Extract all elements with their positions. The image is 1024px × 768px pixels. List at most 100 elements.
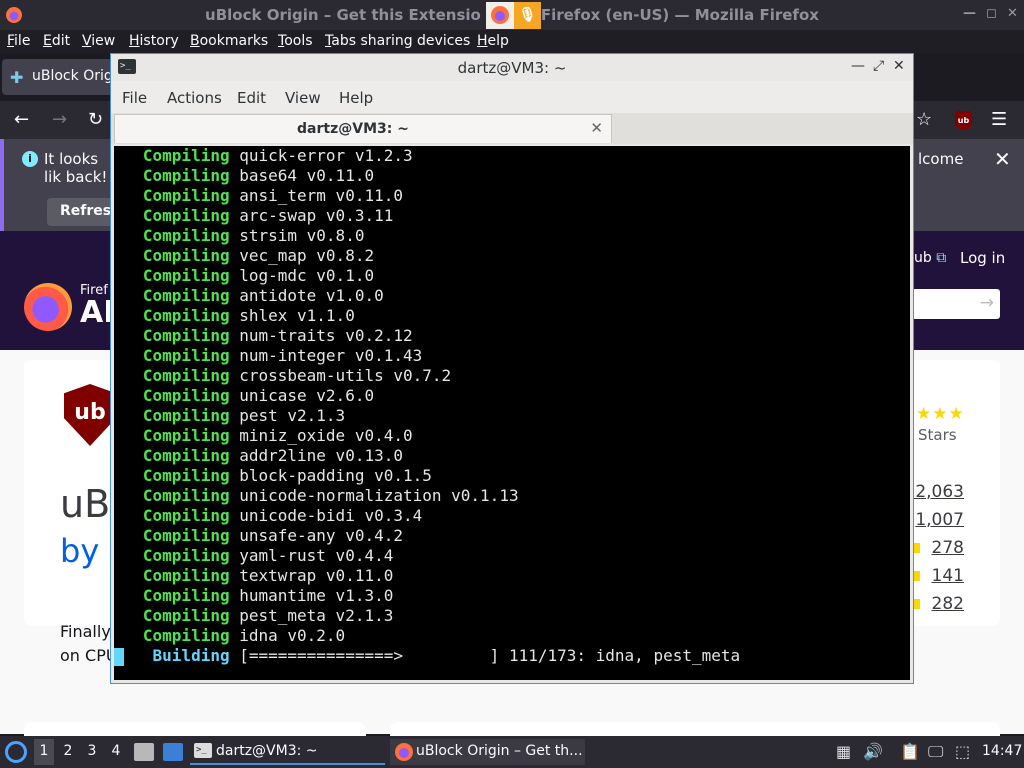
crate-name: yaml-rust v0.4.4 (229, 546, 394, 565)
terminal-window: >_ dartz@VM3: ~ — ⤢ ✕ File Actions Edit … (110, 53, 914, 684)
task-terminal-label: dartz@VM3: ~ (216, 743, 318, 759)
workspace-3[interactable]: 3 (82, 743, 102, 759)
terminal-task-icon: >_ (194, 743, 212, 758)
terminal-minimize-icon[interactable]: — (851, 58, 865, 74)
menu-bookmarks[interactable]: Bookmarks (190, 33, 268, 49)
show-desktop-icon[interactable] (163, 743, 183, 761)
terminal-line: Compiling vec_map v0.8.2 (114, 246, 374, 266)
terminal-line: Compiling unicode-normalization v0.1.13 (114, 486, 519, 506)
minimize-icon[interactable]: — (963, 6, 976, 21)
compile-keyword: Compiling (114, 426, 230, 445)
menu-view[interactable]: View (82, 33, 115, 49)
menu-edit[interactable]: Edit (43, 33, 70, 49)
terminal-line: Compiling pest v2.1.3 (114, 406, 345, 426)
search-input[interactable]: → (912, 289, 1000, 319)
terminal-menu-actions[interactable]: Actions (167, 89, 222, 107)
volume-icon[interactable]: 🔊 (863, 742, 883, 761)
compile-keyword: Compiling (114, 386, 230, 405)
forward-arrow-icon[interactable]: → (52, 109, 67, 130)
compile-keyword: Compiling (114, 526, 230, 545)
clipboard-icon[interactable]: 📋 (900, 742, 920, 761)
menu-history[interactable]: History (129, 33, 179, 49)
workspace-4[interactable]: 4 (106, 743, 126, 759)
compile-keyword: Compiling (114, 566, 230, 585)
task-terminal[interactable]: >_ dartz@VM3: ~ (190, 739, 385, 765)
compile-keyword: Compiling (114, 206, 230, 225)
crate-name: arc-swap v0.3.11 (229, 206, 394, 225)
terminal-maximize-icon[interactable]: ⤢ (873, 58, 884, 74)
ublock-toolbar-icon[interactable]: ub (955, 111, 972, 130)
close-icon[interactable]: ✕ (1007, 6, 1018, 21)
terminal-menu-edit[interactable]: Edit (237, 89, 266, 107)
crate-name: pest v2.1.3 (229, 406, 346, 425)
crate-name: base64 v0.11.0 (229, 166, 375, 185)
compile-keyword: Compiling (114, 506, 230, 525)
login-link[interactable]: Log in (960, 249, 1005, 267)
terminal-close-icon[interactable]: ✕ (893, 58, 905, 74)
firefox-titlebar[interactable]: uBlock Origin – Get this Extensio Firefox… (0, 0, 1024, 30)
file-manager-icon[interactable] (134, 743, 154, 761)
menu-help[interactable]: Help (477, 33, 509, 49)
workspace-2[interactable]: 2 (58, 743, 78, 759)
maximize-icon[interactable]: ◻ (986, 6, 997, 21)
crate-name: antidote v1.0.0 (229, 286, 384, 305)
terminal-titlebar[interactable]: >_ dartz@VM3: ~ — ⤢ ✕ (111, 54, 913, 81)
terminal-menu-view[interactable]: View (285, 89, 321, 107)
task-firefox-label: uBlock Origin – Get th... (416, 743, 583, 759)
network-icon[interactable]: ▦ (836, 742, 851, 761)
tab-ublock-origin[interactable]: ✚ uBlock Origi (2, 59, 117, 95)
taskbar: 1 2 3 4 >_ dartz@VM3: ~ uBlock Origin – … (0, 736, 1024, 768)
notification-close-icon[interactable]: ✕ (994, 147, 1011, 171)
terminal-building-line: Building [===============> ] 111/173: id… (114, 646, 741, 665)
hamburger-menu-icon[interactable]: ☰ (991, 109, 1007, 130)
crate-name: miniz_oxide v0.4.0 (229, 426, 413, 445)
external-link-icon: ⧉ (936, 250, 947, 266)
terminal-tab[interactable]: dartz@VM3: ~ ✕ (114, 114, 612, 143)
addon-description: Finally, on CPU (60, 622, 118, 665)
crate-name: ansi_term v0.11.0 (229, 186, 403, 205)
clock: 14:47 (982, 743, 1023, 759)
terminal-line: Compiling idna v0.2.0 (114, 626, 345, 646)
terminal-line: Compiling block-padding v0.1.5 (114, 466, 432, 486)
crate-name: humantime v1.3.0 (229, 586, 394, 605)
terminal-line: Compiling unicode-bidi v0.3.4 (114, 506, 422, 526)
terminal-line: Compiling addr2line v0.13.0 (114, 446, 403, 466)
extension-workshop-link[interactable]: ub ⧉ (914, 250, 946, 266)
firefox-task-icon (394, 742, 414, 766)
workspace-1[interactable]: 1 (34, 739, 54, 765)
terminal-menu-help[interactable]: Help (339, 89, 373, 107)
terminal-menu-file[interactable]: File (122, 89, 147, 107)
start-menu-icon[interactable] (5, 741, 27, 763)
update-notifier-icon[interactable]: ⬚ (955, 742, 970, 761)
bookmark-star-icon[interactable]: ☆ (916, 109, 932, 130)
terminal-line: Compiling shlex v1.1.0 (114, 306, 355, 326)
info-icon: i (22, 151, 38, 167)
menu-tools[interactable]: Tools (278, 33, 313, 49)
compile-keyword: Compiling (114, 306, 230, 325)
terminal-window-title: dartz@VM3: ~ (457, 59, 567, 77)
tab-label: uBlock Origi (32, 68, 117, 84)
terminal-output[interactable]: Compiling quick-error v1.2.3 Compiling b… (114, 146, 910, 680)
terminal-line: Compiling textwrap v0.11.0 (114, 566, 393, 586)
terminal-line: Compiling crossbeam-utils v0.7.2 (114, 366, 451, 386)
terminal-line: Compiling num-integer v0.1.43 (114, 346, 422, 366)
ublock-shield-icon: ub (64, 384, 116, 446)
back-arrow-icon[interactable]: ← (14, 109, 29, 130)
crate-name: num-integer v0.1.43 (229, 346, 423, 365)
menu-tabs-sharing-devices[interactable]: Tabs sharing devices (325, 33, 470, 49)
reload-icon[interactable]: ↻ (88, 109, 103, 130)
terminal-tabbar: dartz@VM3: ~ ✕ (111, 113, 913, 144)
crate-name: shlex v1.1.0 (229, 306, 355, 325)
crate-name: strsim v0.8.0 (229, 226, 365, 245)
terminal-tab-close-icon[interactable]: ✕ (590, 119, 603, 137)
search-submit-arrow-icon[interactable]: → (980, 293, 994, 313)
terminal-line: Compiling ansi_term v0.11.0 (114, 186, 403, 206)
menu-file[interactable]: File (7, 33, 30, 49)
task-firefox[interactable]: uBlock Origin – Get th... (390, 739, 585, 765)
terminal-line: Compiling antidote v1.0.0 (114, 286, 384, 306)
firefox-addons-logo-icon[interactable] (24, 283, 72, 331)
refresh-button[interactable]: Refresh (47, 198, 117, 226)
display-icon[interactable]: 🖵 (928, 742, 943, 762)
notification-text-end: lcome (918, 150, 964, 168)
firefox-app-icon (486, 2, 514, 29)
